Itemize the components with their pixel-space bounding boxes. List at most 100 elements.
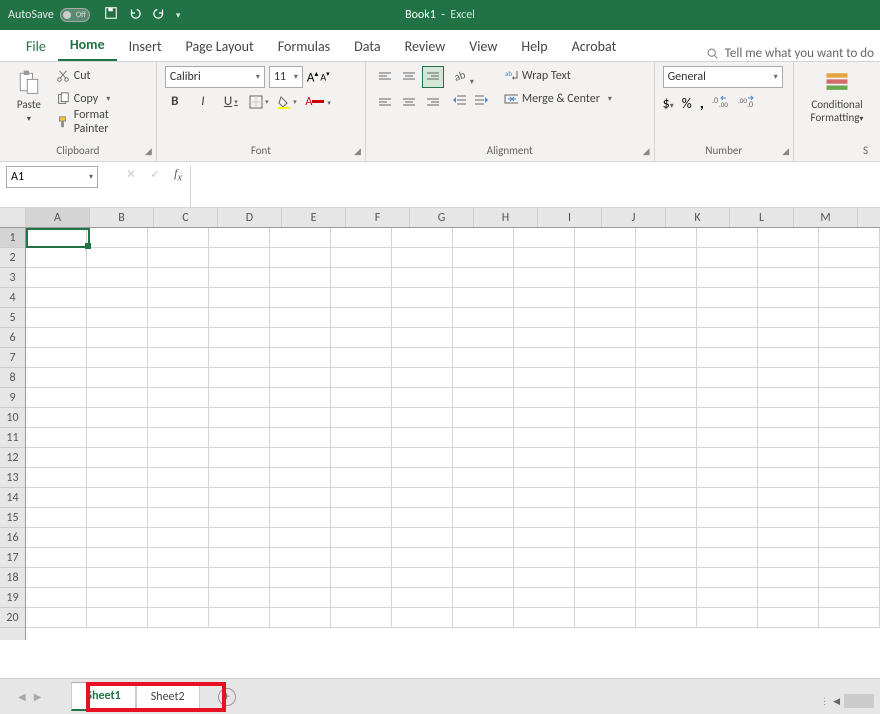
cell[interactable] — [819, 548, 880, 568]
cell[interactable] — [514, 468, 575, 488]
cell[interactable] — [26, 248, 87, 268]
copy-button[interactable]: Copy▾ — [54, 89, 148, 109]
cell[interactable] — [270, 608, 331, 628]
cell[interactable] — [697, 468, 758, 488]
cell[interactable] — [26, 548, 87, 568]
cell[interactable] — [331, 308, 392, 328]
row-header[interactable]: 1 — [0, 228, 25, 248]
cell[interactable] — [636, 568, 697, 588]
cell[interactable] — [148, 448, 209, 468]
cell[interactable] — [514, 408, 575, 428]
cell[interactable] — [636, 608, 697, 628]
cell[interactable] — [636, 388, 697, 408]
cell[interactable] — [575, 548, 636, 568]
cell[interactable] — [514, 348, 575, 368]
cell[interactable] — [514, 528, 575, 548]
cell[interactable] — [697, 368, 758, 388]
cell[interactable] — [514, 428, 575, 448]
cell[interactable] — [209, 488, 270, 508]
comma-format-button[interactable]: , — [700, 94, 704, 113]
cell[interactable] — [819, 488, 880, 508]
cell[interactable] — [148, 508, 209, 528]
cell[interactable] — [209, 448, 270, 468]
cell[interactable] — [514, 248, 575, 268]
cell[interactable] — [87, 488, 148, 508]
autosave-toggle[interactable]: AutoSave Off — [8, 8, 90, 22]
cell[interactable] — [148, 408, 209, 428]
cell[interactable] — [209, 528, 270, 548]
cell[interactable] — [392, 428, 453, 448]
cell[interactable] — [26, 368, 87, 388]
increase-font-icon[interactable]: A▴ — [307, 69, 319, 85]
cell[interactable] — [392, 528, 453, 548]
bold-button[interactable]: B — [165, 94, 185, 109]
cell[interactable] — [148, 268, 209, 288]
cell[interactable] — [209, 328, 270, 348]
cell[interactable] — [697, 488, 758, 508]
cell[interactable] — [209, 368, 270, 388]
cell[interactable] — [87, 448, 148, 468]
cell[interactable] — [209, 588, 270, 608]
cell[interactable] — [758, 468, 819, 488]
cell[interactable] — [697, 508, 758, 528]
cell[interactable] — [392, 308, 453, 328]
tab-view[interactable]: View — [457, 32, 509, 61]
cell[interactable] — [392, 508, 453, 528]
column-header[interactable]: G — [410, 208, 474, 227]
decrease-decimal-button[interactable]: .00.0 — [738, 95, 756, 113]
column-header[interactable]: E — [282, 208, 346, 227]
cell[interactable] — [26, 588, 87, 608]
column-header[interactable]: A — [26, 208, 90, 227]
cell[interactable] — [575, 268, 636, 288]
name-box[interactable]: A1 ▾ — [6, 166, 98, 188]
cell[interactable] — [758, 588, 819, 608]
cell[interactable] — [26, 408, 87, 428]
cell[interactable] — [697, 268, 758, 288]
cell[interactable] — [209, 288, 270, 308]
decrease-indent-button[interactable] — [452, 94, 468, 112]
cell[interactable] — [270, 248, 331, 268]
cell[interactable] — [453, 568, 514, 588]
cell[interactable] — [331, 528, 392, 548]
sheet-tab-sheet2[interactable]: Sheet2 — [136, 683, 200, 710]
cell[interactable] — [636, 308, 697, 328]
cell[interactable] — [819, 588, 880, 608]
cell[interactable] — [87, 388, 148, 408]
save-icon[interactable] — [104, 6, 118, 24]
cell[interactable] — [331, 468, 392, 488]
toggle-off-icon[interactable]: Off — [60, 8, 90, 22]
cell[interactable] — [87, 348, 148, 368]
align-top-center-button[interactable] — [398, 66, 420, 88]
new-sheet-button[interactable]: + — [218, 688, 236, 706]
cell[interactable] — [26, 468, 87, 488]
cell[interactable] — [270, 368, 331, 388]
cell[interactable] — [270, 528, 331, 548]
cell[interactable] — [26, 488, 87, 508]
cell[interactable] — [392, 268, 453, 288]
cell[interactable] — [819, 508, 880, 528]
row-header[interactable]: 9 — [0, 388, 25, 408]
row-header[interactable]: 15 — [0, 508, 25, 528]
cell[interactable] — [575, 408, 636, 428]
cell[interactable] — [758, 608, 819, 628]
merge-center-button[interactable]: Merge & Center▾ — [502, 89, 614, 109]
borders-button[interactable]: ▾ — [249, 95, 269, 109]
cell[interactable] — [87, 568, 148, 588]
cell[interactable] — [87, 268, 148, 288]
cell[interactable] — [697, 348, 758, 368]
row-header[interactable]: 6 — [0, 328, 25, 348]
cell[interactable] — [819, 408, 880, 428]
cell[interactable] — [697, 228, 758, 248]
cell[interactable] — [148, 588, 209, 608]
cell[interactable] — [514, 448, 575, 468]
cell[interactable] — [758, 348, 819, 368]
cell[interactable] — [819, 328, 880, 348]
paste-button[interactable]: Paste▾ — [8, 66, 50, 124]
cell[interactable] — [331, 588, 392, 608]
sheet-nav-prev-icon[interactable]: ◀ — [18, 690, 26, 703]
cell[interactable] — [819, 448, 880, 468]
cell[interactable] — [26, 328, 87, 348]
cell[interactable] — [209, 568, 270, 588]
formula-bar-input[interactable] — [190, 166, 880, 207]
cell[interactable] — [697, 528, 758, 548]
